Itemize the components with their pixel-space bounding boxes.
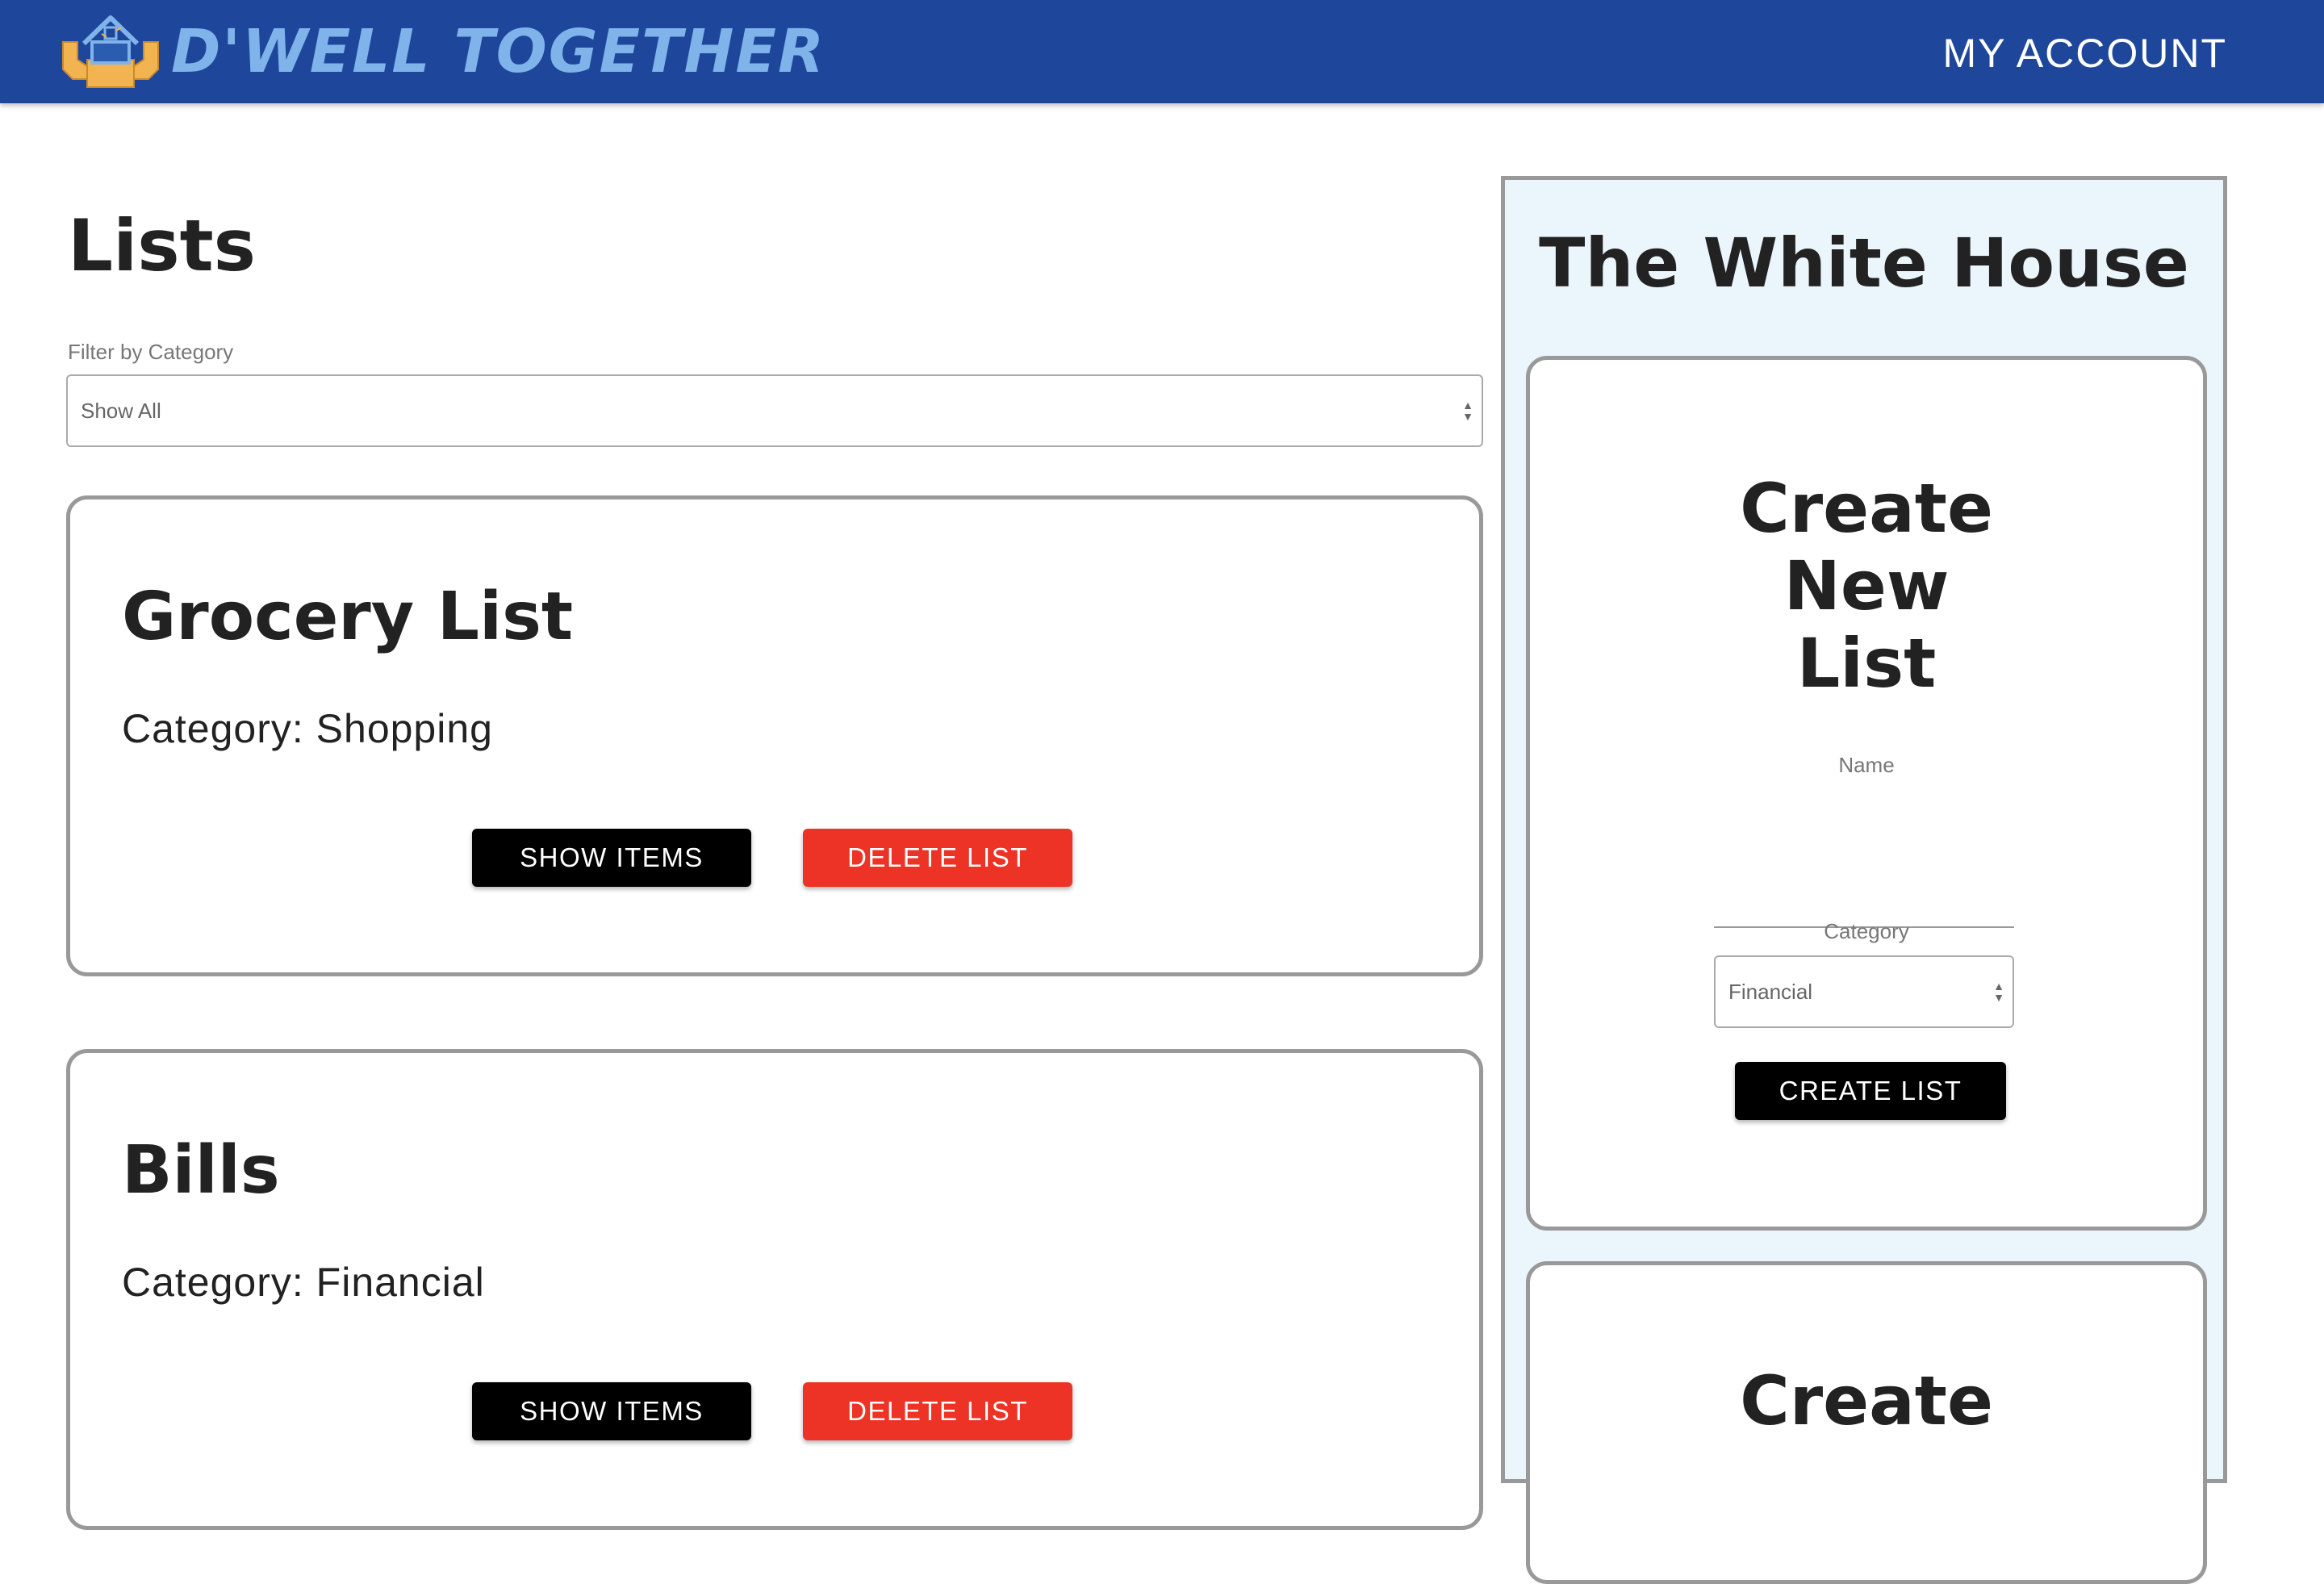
page-title: Lists [68,204,257,287]
delete-list-button[interactable]: DELETE LIST [803,1382,1072,1440]
category-selected-value: Financial [1728,980,1813,1004]
select-arrows-icon: ▲ ▼ [1993,980,2004,1004]
list-category: Category: Financial [122,1260,485,1305]
household-sidebar: The White House Create New List Name Cat… [1501,176,2227,1584]
show-items-button[interactable]: SHOW ITEMS [472,829,751,887]
create-title-line: List [1796,624,1937,703]
filter-selected-value: Show All [81,399,161,423]
house-hands-icon[interactable] [60,10,161,89]
my-account-link[interactable]: MY ACCOUNT [1943,27,2227,79]
create-card-secondary: Create [1526,1261,2207,1584]
house-name: The White House [1539,224,2189,303]
select-arrows-icon: ▲ ▼ [1462,399,1473,423]
create-list-card: Create New List Name Category Financial … [1526,356,2207,1231]
top-nav-bar: D'WELL TOGETHER MY ACCOUNT [0,0,2324,103]
show-items-button[interactable]: SHOW ITEMS [472,1382,751,1440]
delete-list-button[interactable]: DELETE LIST [803,829,1072,887]
create-list-button[interactable]: CREATE LIST [1735,1062,2006,1120]
list-title: Grocery List [122,579,574,655]
filter-category-select[interactable]: Show All ▲ ▼ [66,374,1483,447]
name-label: Name [1838,753,1895,777]
create-title-line: Create [1740,469,1993,548]
list-category: Category: Shopping [122,706,493,751]
list-card-grocery: Grocery List Category: Shopping SHOW ITE… [66,495,1483,976]
filter-label: Filter by Category [68,340,234,364]
create-title-line: New [1783,546,1950,625]
create-card-title: Create [1740,1361,1993,1440]
list-card-bills: Bills Category: Financial SHOW ITEMS DEL… [66,1049,1483,1530]
category-select[interactable]: Financial ▲ ▼ [1714,955,2014,1028]
list-title: Bills [122,1132,280,1209]
brand-logo-text[interactable]: D'WELL TOGETHER [171,11,826,92]
category-label: Category [1824,919,1909,943]
create-list-title: Create New List [1530,470,2203,702]
